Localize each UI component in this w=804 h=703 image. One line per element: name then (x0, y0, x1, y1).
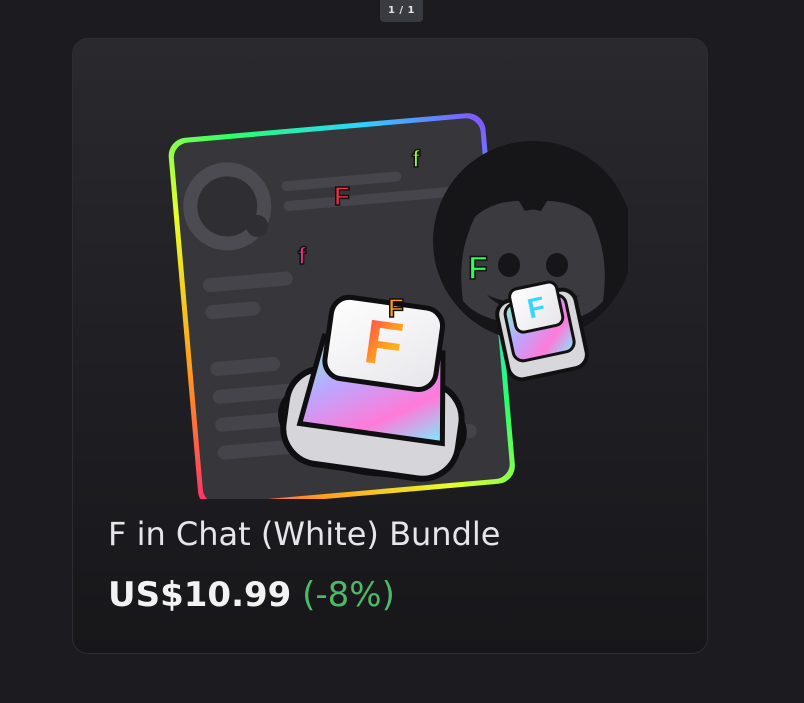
letter-f-orange: F (388, 293, 404, 323)
letter-f-red: F (334, 181, 350, 211)
letter-f-avatar: f (298, 243, 307, 270)
product-artwork: F F f F F F f (168, 113, 628, 499)
product-card[interactable]: F F f F F F f F in Chat (White) Bundle U… (72, 38, 708, 654)
letter-f-top: f (412, 146, 421, 173)
letter-f-green: F (468, 250, 488, 286)
page-counter: 1 / 1 (380, 0, 423, 22)
price: US$10.99 (108, 575, 292, 615)
discount-badge: (-8%) (302, 575, 395, 615)
price-row: US$10.99 (-8%) (108, 575, 395, 615)
product-title: F in Chat (White) Bundle (108, 515, 501, 553)
